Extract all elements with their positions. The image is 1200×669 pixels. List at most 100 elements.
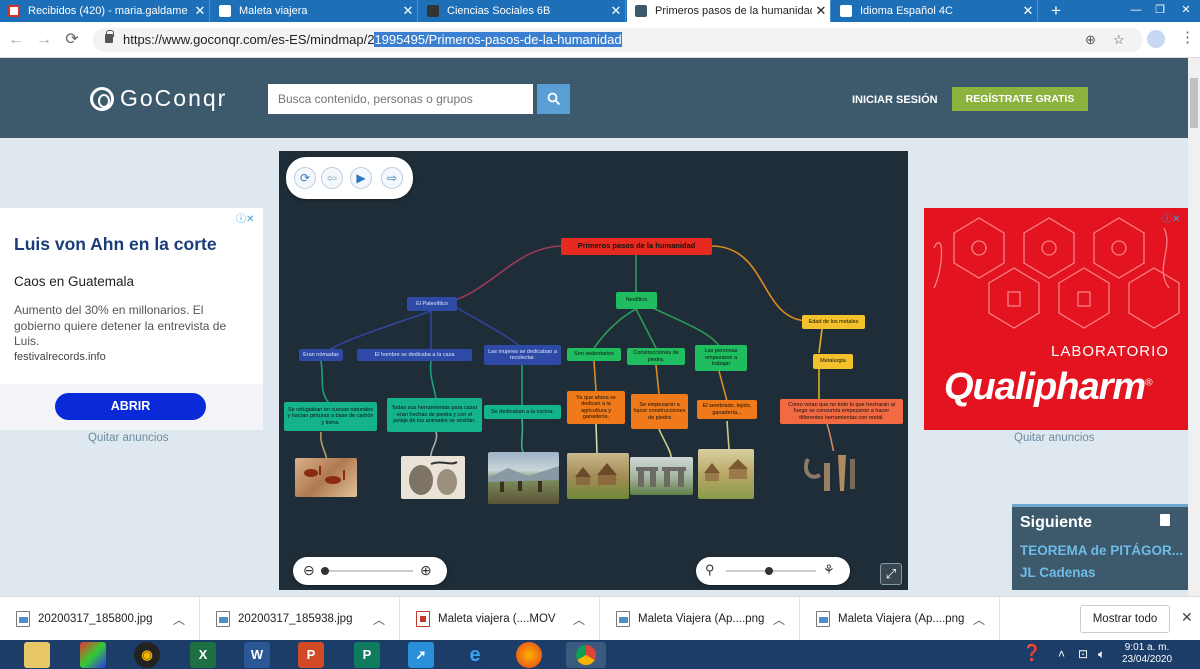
play-icon[interactable]: ▶ — [350, 167, 372, 189]
vertical-scrollbar[interactable] — [1188, 58, 1200, 596]
stonehenge-image[interactable] — [630, 457, 693, 495]
network-icon[interactable]: ⊡ — [1078, 647, 1088, 661]
node-empezaron-construcciones[interactable]: Se empezaron a hacer construcciones de p… — [631, 394, 688, 429]
close-icon[interactable]: ✕ — [1181, 609, 1193, 626]
scrollbar-thumb[interactable] — [1190, 78, 1198, 128]
download-item[interactable]: 20200317_185800.jpg ︿ — [0, 597, 200, 641]
forward-icon[interactable]: → — [34, 30, 54, 50]
close-window-icon[interactable]: ✕ — [1174, 0, 1198, 22]
ad-title[interactable]: Luis von Ahn en la corte — [14, 234, 217, 255]
node-mujeres[interactable]: Las mujeres se dedicaban a recolectar. — [484, 345, 561, 365]
word-icon[interactable]: W — [244, 642, 270, 668]
mindmap-canvas[interactable]: ⟳ ⇦ ▶ ⇨ Primeros pasos de la humanidad E… — [279, 151, 908, 590]
chrome-icon[interactable] — [566, 642, 606, 668]
collapse-icon[interactable]: ⚲ — [705, 562, 715, 578]
profile-avatar[interactable] — [1147, 30, 1165, 48]
close-icon[interactable]: ✕ — [607, 3, 625, 19]
farming-village-image[interactable] — [698, 449, 754, 499]
install-icon[interactable]: ⊕ — [1085, 32, 1096, 48]
tab-idioma-espanol[interactable]: Idioma Español 4C ✕ — [832, 0, 1038, 22]
new-tab-button[interactable]: + — [1046, 0, 1066, 22]
login-link[interactable]: INICIAR SESIÓN — [852, 94, 938, 106]
node-cocina[interactable]: Se dedicaban a la cocina. — [484, 405, 561, 419]
node-cuevas[interactable]: Se refugiaban en cuevas naturales y hací… — [284, 402, 377, 431]
remove-ads-link-right[interactable]: Quitar anuncios — [1014, 432, 1095, 444]
node-neolitico[interactable]: Neolítico — [616, 292, 657, 309]
cave-painting-image[interactable] — [295, 458, 357, 497]
zoom-slider[interactable] — [323, 570, 413, 572]
close-icon[interactable]: ✕ — [1019, 3, 1037, 19]
depth-slider-handle[interactable] — [765, 567, 773, 575]
chevron-up-icon[interactable]: ︿ — [373, 611, 385, 628]
next-item-author[interactable]: JL Cadenas — [1020, 565, 1096, 580]
media-player-icon[interactable]: ◉ — [134, 642, 160, 668]
minimize-icon[interactable]: — — [1124, 0, 1148, 22]
download-item[interactable]: Maleta Viajera (Ap....png ︿ — [800, 597, 1000, 641]
chevron-up-icon[interactable]: ︿ — [973, 611, 985, 628]
goconqr-logo[interactable]: GoConqr — [90, 85, 227, 112]
adchoices-icon[interactable]: ⓘ✕ — [1162, 210, 1180, 225]
help-icon[interactable]: ❓ — [1022, 643, 1042, 663]
download-item[interactable]: Maleta Viajera (Ap....png ︿ — [600, 597, 800, 641]
register-button[interactable]: REGÍSTRATE GRATIS — [952, 87, 1088, 111]
zoom-out-icon[interactable]: ⊖ — [303, 562, 315, 579]
close-icon[interactable]: ✕ — [191, 3, 209, 19]
next-content-panel[interactable]: Siguiente TEOREMA de PITÁGOR... JL Caden… — [1012, 504, 1188, 590]
url-field[interactable]: https://www.goconqr.com/es-ES/mindmap/21… — [93, 28, 1143, 52]
ad-open-button[interactable]: ABRIR — [55, 393, 206, 420]
remove-ads-link-left[interactable]: Quitar anuncios — [88, 432, 169, 444]
node-agricultura[interactable]: Ya que ahora se dedican a la agricultura… — [567, 391, 625, 424]
root-node[interactable]: Primeros pasos de la humanidad — [561, 238, 712, 255]
metal-tools-image[interactable] — [800, 451, 860, 495]
node-sedentarios[interactable]: Son sedentarios — [567, 348, 621, 361]
zoom-slider-handle[interactable] — [321, 567, 329, 575]
prehistoric-scene-image[interactable] — [488, 452, 559, 504]
node-hombre-caza[interactable]: El hombre se dedicaba a la caza — [357, 349, 472, 361]
file-explorer-icon[interactable] — [24, 642, 50, 668]
node-herramientas[interactable]: Todas sus herramientas para cazar eran h… — [387, 398, 482, 432]
show-all-downloads-button[interactable]: Mostrar todo — [1080, 605, 1170, 633]
back-icon[interactable]: ← — [6, 30, 26, 50]
tab-ciencias-sociales[interactable]: Ciencias Sociales 6B ✕ — [419, 0, 626, 22]
volume-icon[interactable]: 🔈︎ — [1098, 647, 1105, 662]
stone-tools-image[interactable] — [401, 456, 465, 499]
node-metales[interactable]: Edad de los metales — [802, 315, 865, 329]
powerpoint-icon[interactable]: P — [298, 642, 324, 668]
node-fuego[interactable]: Como veían que no todo lo que hecharan a… — [780, 399, 903, 424]
node-paleolitico[interactable]: El Paleolítico — [407, 297, 457, 311]
reload-icon[interactable]: ⟳ — [62, 30, 82, 50]
firefox-icon[interactable] — [516, 642, 542, 668]
node-nomadas[interactable]: Eran nómadas — [299, 349, 343, 361]
tab-primeros-pasos[interactable]: Primeros pasos de la humanidad ✕ — [627, 0, 831, 22]
chevron-up-icon[interactable]: ︿ — [773, 611, 785, 628]
fullscreen-icon[interactable]: ⤢ — [880, 563, 902, 585]
ad-right[interactable]: ⓘ✕ LABORATORIO Qualipharm® — [924, 208, 1189, 430]
chevron-up-icon[interactable]: ︿ — [573, 611, 585, 628]
node-sembrado[interactable]: El sembrado, tejido, ganadería... — [697, 400, 757, 419]
next-item-title[interactable]: TEOREMA de PITÁGOR... — [1020, 543, 1183, 558]
tab-gmail[interactable]: Recibidos (420) - maria.galdame ✕ — [0, 0, 210, 22]
neolithic-village-image[interactable] — [567, 453, 629, 499]
expand-tree-icon[interactable]: ⚘ — [823, 562, 835, 578]
next-icon[interactable]: ⇨ — [381, 167, 403, 189]
node-personas-trabajar[interactable]: Las personas empezaron a trabajar — [695, 345, 747, 371]
maximize-icon[interactable]: ❐ — [1148, 0, 1172, 22]
system-clock[interactable]: 9:01 a. m. 23/04/2020 — [1122, 642, 1172, 666]
launcher-icon[interactable]: ➚ — [408, 642, 434, 668]
chevron-up-icon[interactable]: ˄ — [1058, 647, 1065, 661]
tab-maleta-viajera[interactable]: Maleta viajera ✕ — [211, 0, 418, 22]
download-item[interactable]: 20200317_185938.jpg ︿ — [200, 597, 400, 641]
url-text[interactable]: https://www.goconqr.com/es-ES/mindmap/21… — [123, 32, 622, 47]
download-item[interactable]: Maleta viajera (....MOV ︿ — [400, 597, 600, 641]
chevron-up-icon[interactable]: ︿ — [173, 611, 185, 628]
ad-left[interactable]: ⓘ✕ Luis von Ahn en la corte Caos en Guat… — [0, 208, 263, 430]
browser-menu-icon[interactable]: ⋮ — [1180, 28, 1195, 46]
search-input[interactable] — [268, 84, 533, 114]
adchoices-icon[interactable]: ⓘ✕ — [236, 210, 254, 225]
node-construcciones[interactable]: Construcciones de piedra. — [627, 348, 685, 365]
excel-icon[interactable]: X — [190, 642, 216, 668]
search-button[interactable] — [537, 84, 570, 114]
bookmark-star-icon[interactable]: ☆ — [1113, 32, 1125, 48]
close-icon[interactable]: ✕ — [812, 3, 830, 19]
node-metalurgia[interactable]: Metalurgia — [813, 354, 853, 369]
